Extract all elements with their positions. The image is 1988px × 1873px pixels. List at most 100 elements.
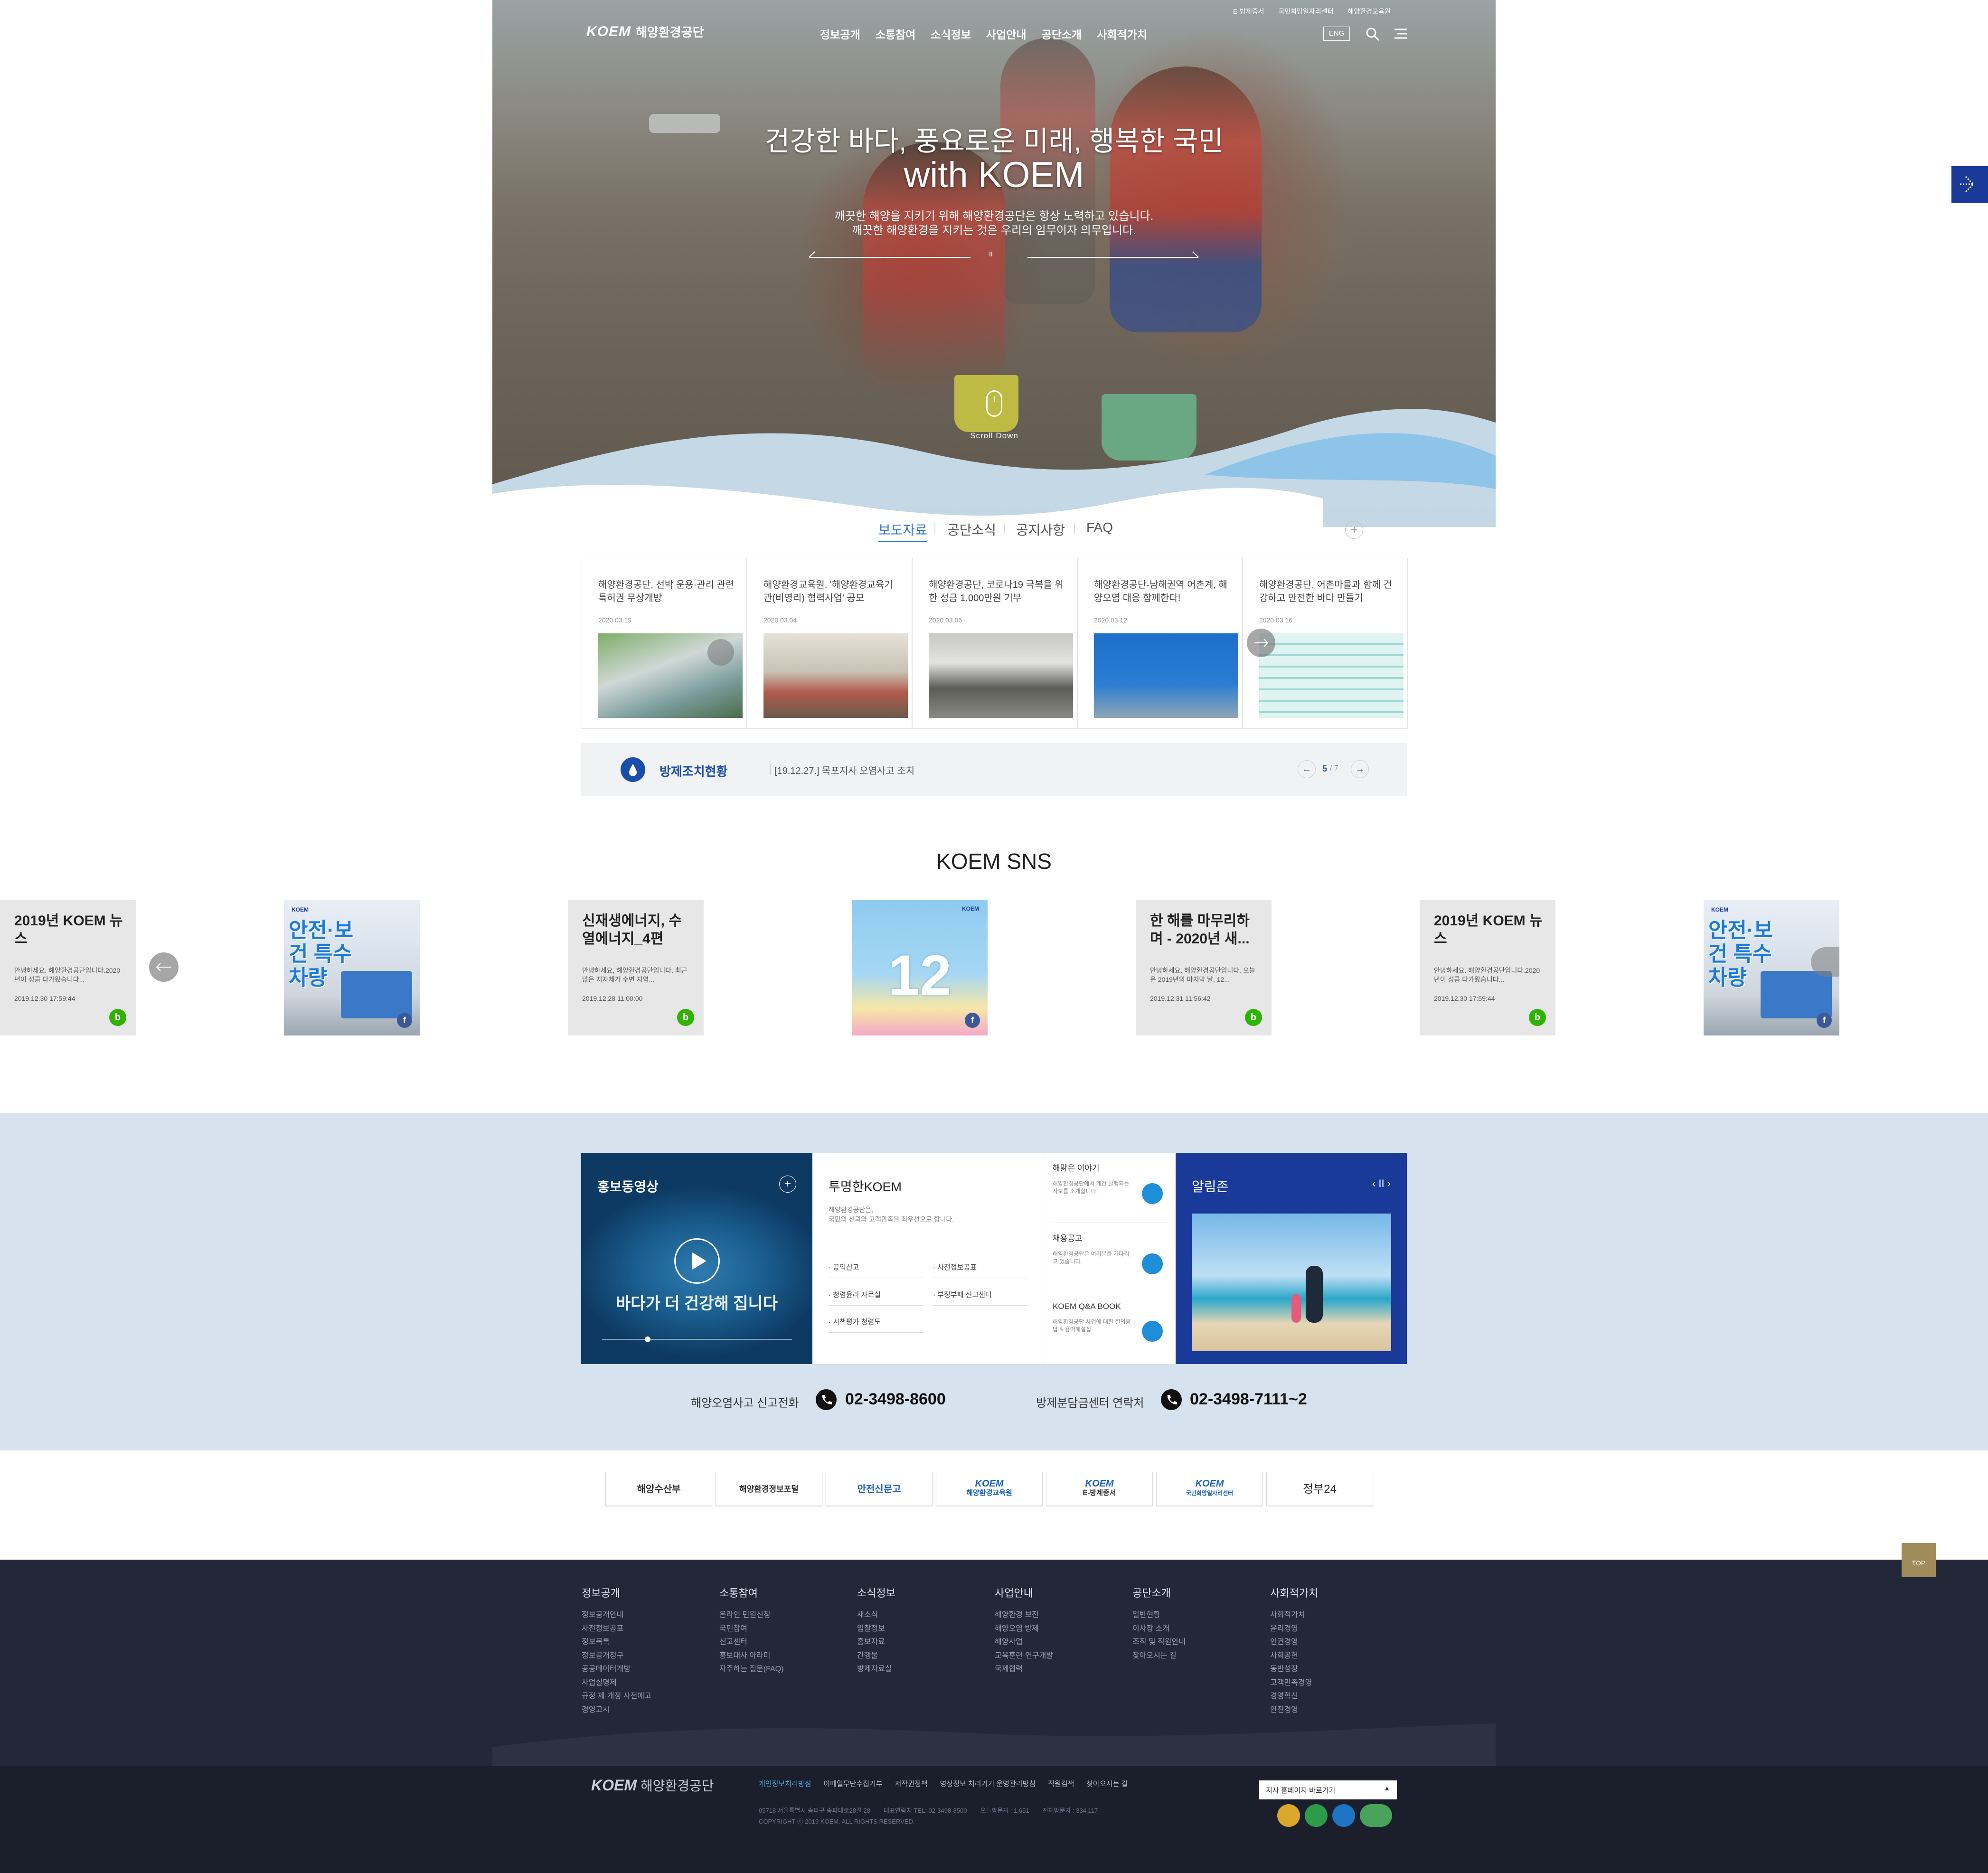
sns-prev-button[interactable] [149, 952, 179, 982]
tab-press[interactable]: 보도자료 [878, 520, 928, 542]
response-item[interactable]: [19.12.27.] 목포지사 오염사고 조치 [774, 763, 914, 777]
footer-link[interactable]: 국제협력 [995, 1663, 1132, 1676]
link-integrity[interactable]: · 시책평가 청렴도 [829, 1317, 923, 1333]
site-logo[interactable]: KOEM 해양환경공단 [586, 23, 704, 40]
search-icon[interactable] [1365, 27, 1380, 42]
partner-education[interactable]: KOEM 해양환경교육원 [936, 1472, 1043, 1506]
sns-card[interactable]: 한 해를 마무리하며 - 2020년 새... 안녕하세요. 해양환경공단입니다… [1136, 900, 1272, 1035]
link-public-report[interactable]: · 공익신고 [829, 1262, 923, 1278]
footer-link[interactable]: 찾아오시는 길 [1132, 1649, 1270, 1663]
video-progress[interactable] [602, 1337, 792, 1342]
sns-card[interactable]: 2019년 KOEM 뉴스 안녕하세요. 해양환경공단입니다.2020년이 성큼… [1420, 900, 1555, 1035]
tab-faq[interactable]: FAQ [1086, 520, 1113, 535]
footer-logo[interactable]: KOEM 해양환경공단 [591, 1776, 714, 1795]
partner-mof[interactable]: 해양수산부 [605, 1472, 712, 1506]
footer-link[interactable]: 정보목록 [582, 1636, 719, 1649]
scroll-down-label[interactable]: Scroll Down [947, 431, 1042, 441]
sns-next-button[interactable] [1811, 947, 1839, 977]
footer-link[interactable]: 온라인 민원신청 [719, 1609, 857, 1622]
partner-ocean-portal[interactable]: 해양환경정보포털 [716, 1472, 822, 1506]
news-card[interactable]: 해양환경교육원, '해양환경교육기관(비영리) 협력사업' 공모 2020.03… [747, 558, 912, 729]
util-link-edeclaration[interactable]: E-방제증서 [1233, 7, 1264, 16]
util-link-job-center[interactable]: 국민희망일자리센터 [1279, 7, 1334, 16]
footer-link[interactable]: 자주하는 질문(FAQ) [719, 1663, 857, 1676]
partner-safety-report[interactable]: 안전신문고 [826, 1472, 933, 1506]
sns-card[interactable]: 2019년 KOEM 뉴스 안녕하세요. 해양환경공단입니다.2020년이 성큼… [0, 900, 136, 1035]
partner-edeclaration[interactable]: KOEM E-방제증서 [1046, 1472, 1153, 1506]
branch-select[interactable]: 지사 홈페이지 바로가기 ▲ [1259, 1780, 1397, 1799]
lang-button[interactable]: ENG [1323, 27, 1350, 41]
footer-link[interactable]: 교육훈련·연구개발 [995, 1649, 1132, 1663]
notice-controls[interactable]: ‹ II › [1372, 1177, 1391, 1190]
footer-link[interactable]: 신고센터 [719, 1636, 857, 1649]
footer-link[interactable]: 사전정보공표 [582, 1622, 719, 1636]
nav-business[interactable]: 사업안내 [986, 26, 1027, 42]
policy-staff-search[interactable]: 직원검색 [1048, 1779, 1074, 1788]
footer-link[interactable]: 해양환경 보전 [995, 1609, 1132, 1622]
partner-gov24[interactable]: 정부24 [1266, 1472, 1373, 1506]
prev-arrow-icon[interactable]: ← [1298, 760, 1316, 778]
policy-email[interactable]: 이메일무단수집거부 [823, 1779, 882, 1788]
sns-image-card[interactable]: KOEM 12 f [852, 900, 988, 1035]
footer-link[interactable]: 사회공헌 [1270, 1649, 1389, 1663]
policy-copyright[interactable]: 저작권정책 [895, 1779, 928, 1788]
footer-link[interactable]: 동반성장 [1270, 1663, 1389, 1676]
footer-link[interactable]: 홍보대사 아라미 [719, 1649, 857, 1663]
footer-link[interactable]: 안전경영 [1270, 1704, 1389, 1717]
footer-link[interactable]: 경영혁신 [1270, 1690, 1389, 1704]
sns-card[interactable]: 신재생에너지, 수열에너지_4편 안녕하세요, 해양환경공단입니다. 최근 많은… [568, 900, 704, 1035]
footer-link[interactable]: 사업실명제 [582, 1676, 719, 1690]
footer-link[interactable]: 정보공개안내 [582, 1609, 719, 1622]
video-more-button[interactable]: + [779, 1176, 796, 1193]
menu-icon[interactable] [1394, 28, 1408, 40]
tab-notices[interactable]: 공지사항 [1016, 520, 1065, 539]
tab-agency-news[interactable]: 공단소식 [947, 520, 996, 539]
util-link-education[interactable]: 해양환경교육원 [1347, 7, 1390, 16]
footer-link[interactable]: 해양사업 [995, 1636, 1132, 1649]
footer-link[interactable]: 방제자료실 [857, 1663, 995, 1676]
footer-link[interactable]: 규정 제·개정 사전예고 [582, 1690, 719, 1704]
footer-link[interactable]: 사회적가치 [1270, 1609, 1389, 1622]
footer-link[interactable]: 조직 및 직원안내 [1132, 1636, 1270, 1649]
hero-pause-button[interactable]: II [989, 250, 993, 258]
carousel-prev-button[interactable] [707, 639, 734, 666]
link-corruption-report[interactable]: · 부정부패 신고센터 [933, 1289, 1028, 1306]
nav-participation[interactable]: 소통참여 [876, 26, 916, 42]
news-card[interactable]: 해양환경공단, 코로나19 극복을 위한 성금 1,000만원 기부 2020.… [912, 558, 1077, 729]
policy-directions[interactable]: 찾아오시는 길 [1086, 1779, 1128, 1788]
policy-cctv[interactable]: 영상정보 처리기기 운영관리방침 [940, 1779, 1036, 1788]
footer-link[interactable]: 간행물 [857, 1649, 995, 1663]
news-card[interactable]: 해양환경공단-남해권역 어촌계, 해양오염 대응 함께한다! 2020.03.1… [1077, 558, 1243, 729]
link-pre-disclosure[interactable]: · 사전정보공표 [933, 1262, 1028, 1278]
policy-privacy[interactable]: 개인정보처리방침 [759, 1779, 811, 1788]
play-button[interactable] [674, 1238, 720, 1284]
footer-link[interactable]: 공공데이터개방 [582, 1663, 719, 1676]
nav-info-disclosure[interactable]: 정보공개 [820, 26, 860, 42]
partner-job-center[interactable]: KOEM 국민희망일자리센터 [1156, 1472, 1263, 1506]
news-more-button[interactable]: + [1345, 521, 1363, 539]
footer-link[interactable]: 해양오염 방제 [995, 1622, 1132, 1636]
nav-about[interactable]: 공단소개 [1042, 26, 1082, 42]
footer-link[interactable]: 정보공개청구 [582, 1649, 719, 1663]
footer-link[interactable]: 이사장 소개 [1132, 1622, 1270, 1636]
quick-menu-button[interactable] [1951, 166, 1988, 203]
sns-image-card[interactable]: KOEM 안전·보건 특수차량 f [284, 900, 420, 1035]
footer-link[interactable]: 입찰정보 [857, 1622, 995, 1636]
footer-link[interactable]: 국민참여 [719, 1622, 857, 1636]
footer-link[interactable]: 인권경영 [1270, 1636, 1389, 1649]
hotline-phone-2[interactable]: 02-3498-7111~2 [1190, 1390, 1307, 1409]
sns-image-card[interactable]: KOEM 안전·보건 특수차량 f [1704, 900, 1839, 1035]
notice-image[interactable] [1192, 1214, 1391, 1351]
news-card[interactable]: 해양환경공단, 선박 운용·관리 관련 특허권 무상개방 2020.03.19 [582, 558, 747, 729]
mini-item-newsletter[interactable]: 해맑은 이야기 해양환경공단에서 개간 발행되는 사보를 소개합니다. [1053, 1161, 1167, 1223]
footer-link[interactable]: 일반현황 [1132, 1609, 1270, 1622]
footer-link[interactable]: 홍보자료 [857, 1636, 995, 1649]
promo-video-panel[interactable]: 홍보동영상 + 바다가 더 건강해 집니다 [581, 1153, 812, 1364]
footer-link[interactable]: 새소식 [857, 1609, 995, 1622]
mini-item-qabook[interactable]: KOEM Q&A BOOK 해양환경공단 사업에 대한 질의응답 & 용어해설집 [1053, 1302, 1167, 1359]
footer-link[interactable]: 윤리경영 [1270, 1622, 1389, 1636]
carousel-next-button[interactable] [1247, 629, 1275, 657]
footer-link[interactable]: 고객만족경영 [1270, 1676, 1389, 1690]
next-arrow-icon[interactable]: → [1351, 760, 1369, 778]
news-card[interactable]: 해양환경공단, 어촌마을과 함께 건강하고 안전한 바다 만들기 2020.03… [1243, 558, 1408, 729]
